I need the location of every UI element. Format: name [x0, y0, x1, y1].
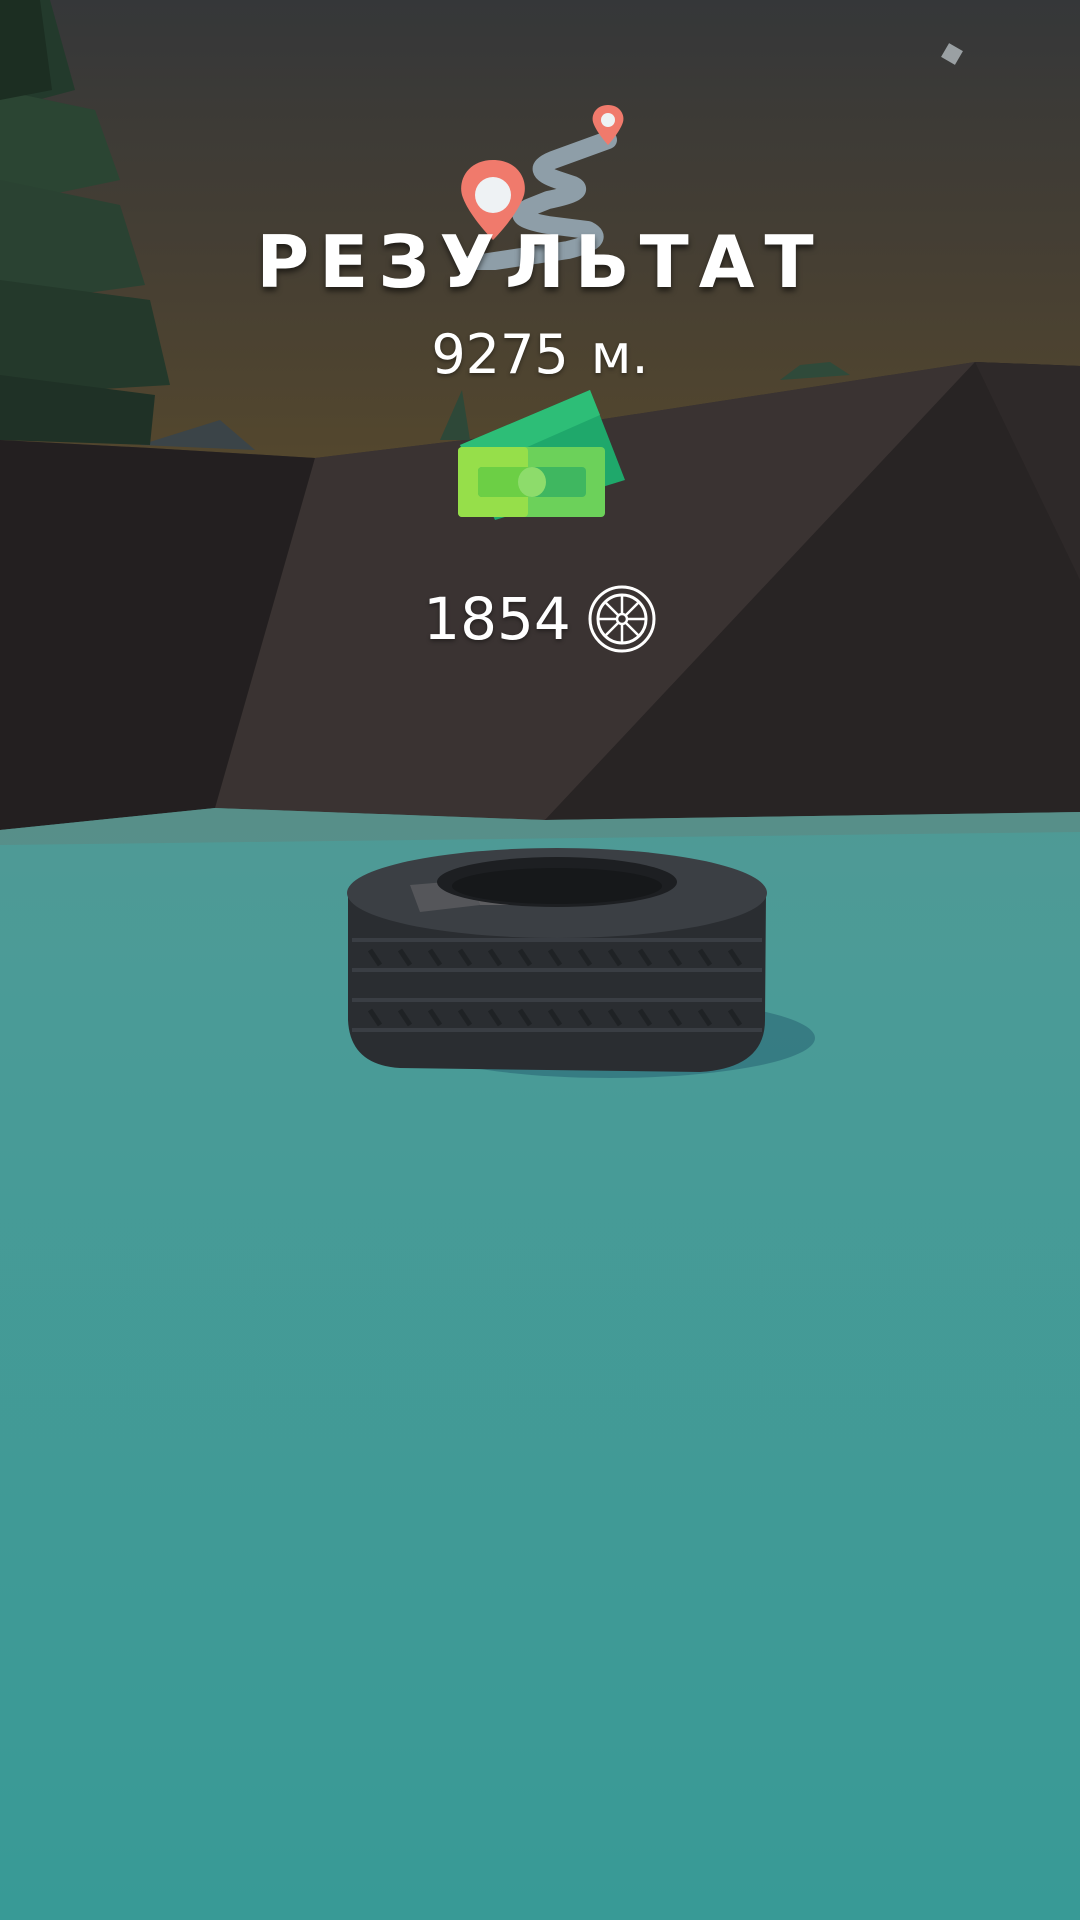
- coins-value: 1854: [423, 585, 571, 653]
- tire-model: [347, 848, 767, 1072]
- result-title: РЕЗУЛЬТАТ: [256, 220, 824, 304]
- coins-readout: 1854: [0, 583, 1080, 655]
- wheel-coin-icon: [588, 585, 656, 653]
- distance-value: 9275: [431, 323, 569, 386]
- distance-readout: 9275 м.: [0, 322, 1080, 388]
- distance-unit: м.: [590, 323, 649, 386]
- cash-icon: [458, 390, 625, 520]
